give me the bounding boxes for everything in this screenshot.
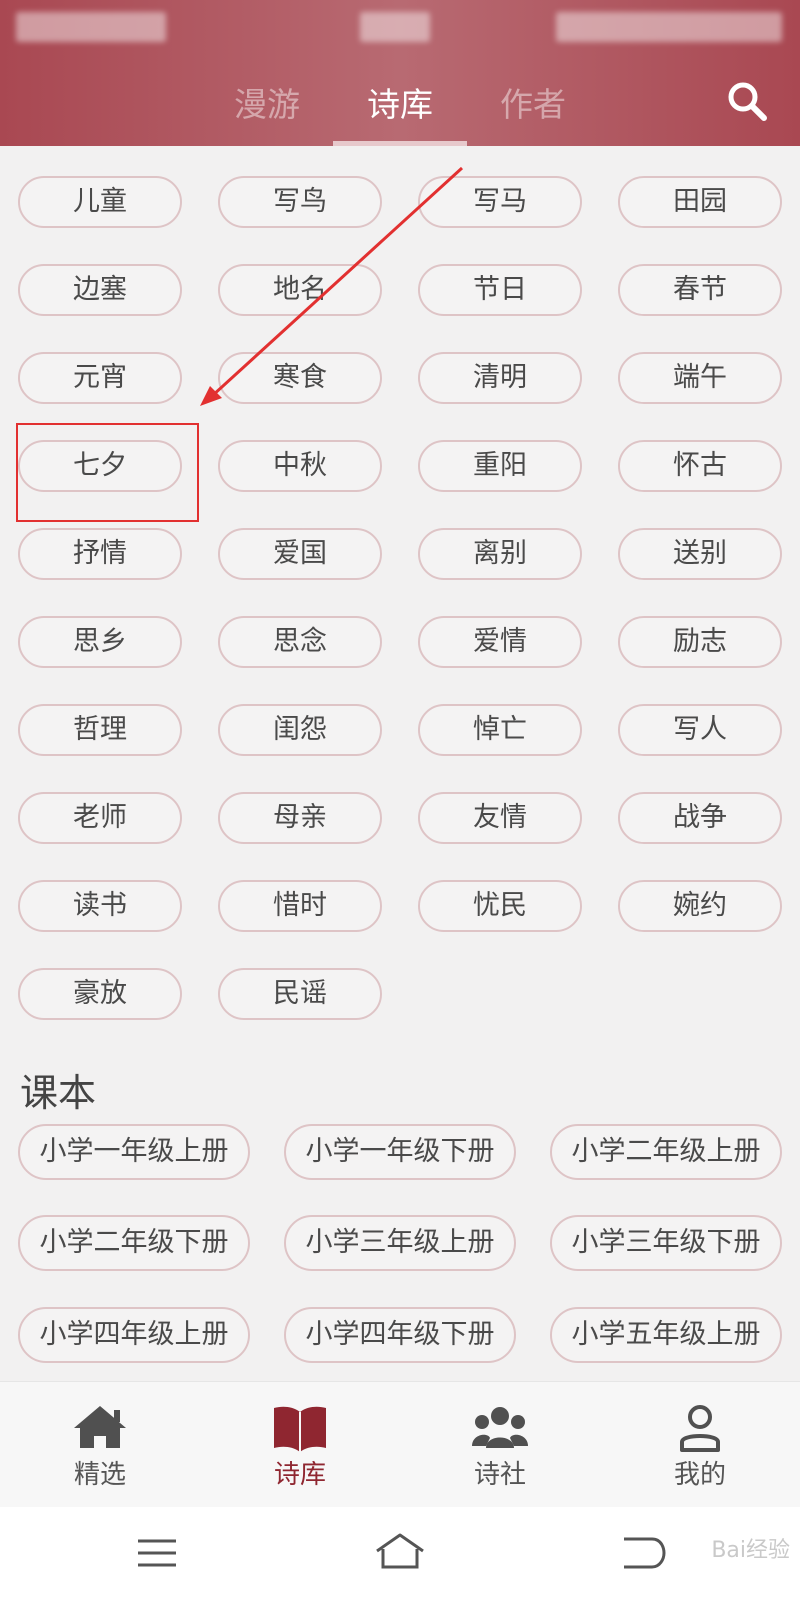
tag-chip[interactable]: 清明 — [418, 352, 582, 404]
nav-item-mine[interactable]: 我的 — [600, 1392, 800, 1502]
tag-chip[interactable]: 送别 — [618, 528, 782, 580]
status-bar-left-blurred — [16, 12, 166, 42]
textbook-chip[interactable]: 小学一年级上册 — [18, 1124, 250, 1180]
watermark-logo: Bai经验 — [711, 1538, 790, 1563]
nav-label: 我的 — [673, 1460, 726, 1490]
tag-chip[interactable]: 边塞 — [18, 264, 182, 316]
users-icon — [472, 1407, 528, 1448]
tag-chip[interactable]: 元宵 — [18, 352, 182, 404]
active-tab-indicator — [333, 141, 467, 146]
tab-bar: 漫游 诗库 作者 — [0, 78, 800, 138]
user-icon — [680, 1405, 720, 1452]
textbook-chip[interactable]: 小学四年级下册 — [284, 1307, 516, 1363]
nav-label: 诗社 — [473, 1460, 526, 1490]
tag-chip[interactable]: 闺怨 — [218, 704, 382, 756]
nav-item-library[interactable]: 诗库 — [200, 1392, 400, 1502]
nav-label: 诗库 — [273, 1460, 326, 1490]
book-icon — [274, 1406, 326, 1452]
tag-chip[interactable]: 忧民 — [418, 880, 582, 932]
tag-chip[interactable]: 民谣 — [218, 968, 382, 1020]
tag-chip[interactable]: 地名 — [218, 264, 382, 316]
home-icon — [74, 1406, 126, 1448]
textbook-chip[interactable]: 小学二年级下册 — [18, 1215, 250, 1271]
back-icon[interactable] — [608, 1527, 678, 1579]
nav-label: 精选 — [73, 1460, 126, 1490]
tag-chip[interactable]: 春节 — [618, 264, 782, 316]
tab-roam[interactable]: 漫游 — [207, 78, 327, 126]
tag-chip[interactable]: 友情 — [418, 792, 582, 844]
search-icon[interactable] — [726, 80, 768, 122]
tag-chip[interactable]: 写马 — [418, 176, 582, 228]
tag-chip[interactable]: 节日 — [418, 264, 582, 316]
tab-authors[interactable]: 作者 — [473, 78, 593, 126]
tag-chip[interactable]: 母亲 — [218, 792, 382, 844]
tag-chip[interactable]: 悼亡 — [418, 704, 582, 756]
tag-chip[interactable]: 怀古 — [618, 440, 782, 492]
tag-chip[interactable]: 老师 — [18, 792, 182, 844]
textbook-chip[interactable]: 小学一年级下册 — [284, 1124, 516, 1180]
tag-chip[interactable]: 写人 — [618, 704, 782, 756]
nav-item-featured[interactable]: 精选 — [0, 1392, 200, 1502]
tag-chip[interactable]: 重阳 — [418, 440, 582, 492]
tag-chip[interactable]: 抒情 — [18, 528, 182, 580]
textbook-chip[interactable]: 小学二年级上册 — [550, 1124, 782, 1180]
textbook-chip[interactable]: 小学五年级上册 — [550, 1307, 782, 1363]
tag-chip[interactable]: 田园 — [618, 176, 782, 228]
system-nav-bar — [0, 1507, 800, 1600]
home-outline-icon[interactable] — [365, 1527, 435, 1579]
tag-chip[interactable]: 励志 — [618, 616, 782, 668]
menu-icon[interactable] — [122, 1527, 192, 1579]
tag-chip[interactable]: 战争 — [618, 792, 782, 844]
tab-poem-library[interactable]: 诗库 — [340, 78, 460, 126]
nav-item-community[interactable]: 诗社 — [400, 1392, 600, 1502]
tag-chip[interactable]: 写鸟 — [218, 176, 382, 228]
tag-chip[interactable]: 端午 — [618, 352, 782, 404]
tag-chip[interactable]: 豪放 — [18, 968, 182, 1020]
textbook-chip[interactable]: 小学三年级上册 — [284, 1215, 516, 1271]
tag-chip[interactable]: 读书 — [18, 880, 182, 932]
app-header: 漫游 诗库 作者 — [0, 0, 800, 146]
tag-chip[interactable]: 爱情 — [418, 616, 582, 668]
status-bar-center-blurred — [360, 12, 430, 42]
tag-chip[interactable]: 儿童 — [18, 176, 182, 228]
tag-chip[interactable]: 爱国 — [218, 528, 382, 580]
annotation-highlight-box — [16, 423, 199, 522]
textbook-chip[interactable]: 小学四年级上册 — [18, 1307, 250, 1363]
tag-chip[interactable]: 思念 — [218, 616, 382, 668]
tag-chip[interactable]: 哲理 — [18, 704, 182, 756]
textbook-chip[interactable]: 小学三年级下册 — [550, 1215, 782, 1271]
tag-chip[interactable]: 中秋 — [218, 440, 382, 492]
bottom-nav: 精选 诗库 诗社 我的 — [0, 1381, 800, 1508]
tag-chip[interactable]: 思乡 — [18, 616, 182, 668]
textbook-section-title: 课本 — [20, 1071, 97, 1115]
status-bar-right-blurred — [556, 12, 782, 42]
tag-chip[interactable]: 惜时 — [218, 880, 382, 932]
tag-chip[interactable]: 婉约 — [618, 880, 782, 932]
tag-chip[interactable]: 寒食 — [218, 352, 382, 404]
tag-chip[interactable]: 离别 — [418, 528, 582, 580]
